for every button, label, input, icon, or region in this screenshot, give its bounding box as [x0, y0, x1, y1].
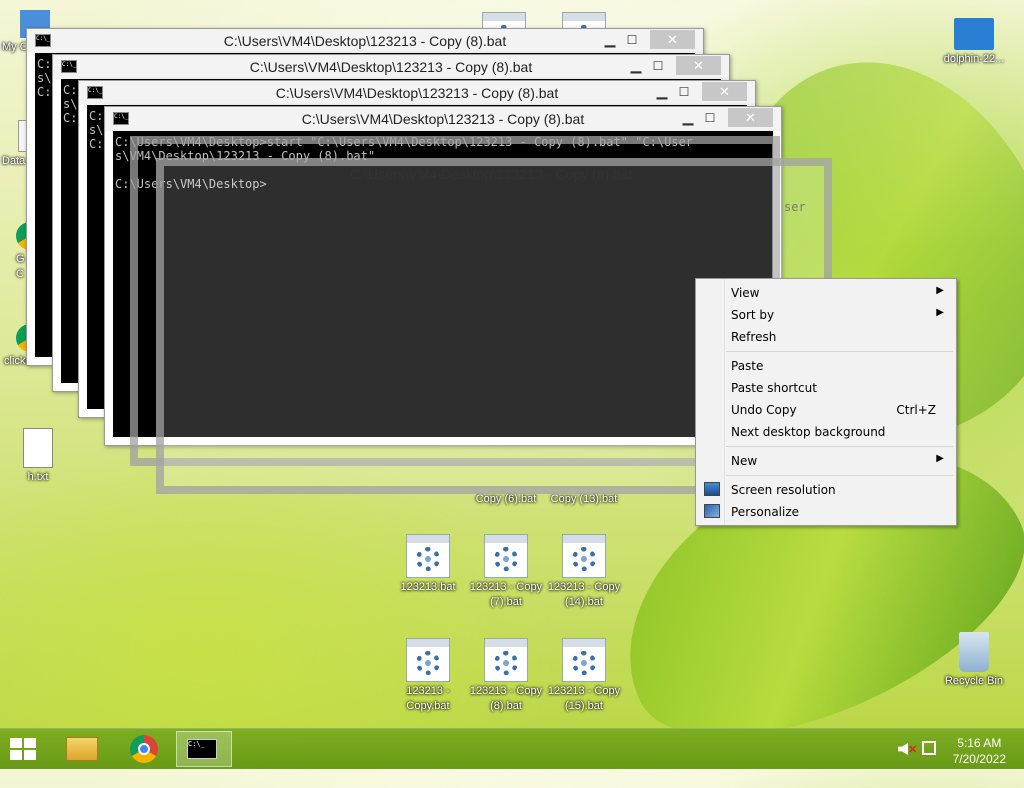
- desktop-icon-label: dolphin-22...: [943, 53, 1005, 65]
- menu-item-undo-copy[interactable]: Undo Copy Ctrl+Z: [698, 399, 954, 421]
- menu-item-next-desktop-background[interactable]: Next desktop background: [698, 421, 954, 443]
- desktop-icon-bat[interactable]: 123213 - Copy.bat: [390, 638, 466, 714]
- maximize-button[interactable]: ☐: [647, 57, 669, 75]
- close-button[interactable]: ✕: [676, 56, 721, 75]
- desktop-icon-bat[interactable]: 123213 - Copy (8).bat: [468, 638, 544, 714]
- network-icon[interactable]: [922, 741, 936, 755]
- batch-file-icon: [484, 534, 528, 578]
- menu-item-label: Paste shortcut: [731, 381, 817, 395]
- menu-item-label: Sort by: [731, 308, 775, 322]
- cmd-titlebar[interactable]: C:\_ C:\Users\VM4\Desktop\123213 - Copy …: [27, 29, 703, 53]
- menu-separator: [726, 351, 953, 352]
- minimize-button[interactable]: ▁: [625, 57, 647, 75]
- screen-resolution-icon: [704, 482, 720, 496]
- minimize-button[interactable]: ▁: [599, 31, 621, 49]
- close-button[interactable]: ✕: [728, 108, 773, 127]
- close-button[interactable]: ✕: [650, 30, 695, 49]
- minimize-button[interactable]: ▁: [651, 83, 673, 101]
- menu-separator: [726, 475, 953, 476]
- desktop-icon-label: 123213 - Copy (15).bat: [547, 685, 621, 712]
- text-file-icon: [23, 428, 53, 468]
- ghost-window-title: C:\Users\VM4\Desktop\123213 - Copy (8).b…: [350, 166, 633, 182]
- cmd-titlebar[interactable]: C:\_ C:\Users\VM4\Desktop\123213 - Copy …: [53, 55, 729, 79]
- desktop-icon-dolphin-folder[interactable]: dolphin-22...: [936, 10, 1012, 67]
- batch-file-icon: [562, 638, 606, 682]
- chrome-icon: [130, 735, 158, 763]
- menu-item-personalize[interactable]: Personalize: [698, 501, 954, 523]
- menu-item-refresh[interactable]: Refresh: [698, 326, 954, 348]
- windows-logo-icon: [10, 738, 22, 748]
- volume-muted-icon[interactable]: [898, 743, 908, 755]
- menu-item-label: Undo Copy: [731, 403, 797, 417]
- windows-logo-icon: [10, 750, 22, 760]
- batch-file-icon: [484, 638, 528, 682]
- menu-item-label: Personalize: [731, 505, 800, 519]
- taskbar-file-explorer[interactable]: [56, 731, 108, 767]
- minimize-button[interactable]: ▁: [677, 109, 699, 127]
- maximize-button[interactable]: ☐: [699, 109, 721, 127]
- menu-item-label: Refresh: [731, 330, 777, 344]
- submenu-arrow-icon: ▶: [936, 285, 944, 296]
- recycle-bin-icon: [959, 632, 989, 672]
- windows-logo-icon: [24, 750, 36, 760]
- menu-item-shortcut: Ctrl+Z: [896, 403, 936, 417]
- batch-file-icon: [406, 534, 450, 578]
- desktop-icon-label: 123213 - Copy (8).bat: [469, 685, 543, 712]
- desktop-icon-label: 123213.bat: [400, 581, 456, 593]
- maximize-button[interactable]: ☐: [673, 83, 695, 101]
- volume-mute-x-icon: ✕: [908, 744, 918, 756]
- menu-item-new[interactable]: New ▶: [698, 450, 954, 472]
- desktop-icon-bat[interactable]: 123213.bat: [390, 534, 466, 595]
- start-button[interactable]: [10, 738, 38, 762]
- file-explorer-icon: [66, 737, 98, 761]
- menu-item-paste[interactable]: Paste: [698, 355, 954, 377]
- menu-item-label: Screen resolution: [731, 483, 836, 497]
- personalize-icon: [704, 504, 720, 518]
- desktop-icon-label: 123213 - Copy.bat: [406, 685, 450, 712]
- submenu-arrow-icon: ▶: [936, 453, 944, 464]
- taskbar: C:\_ ✕ 5:16 AM 7/20/2022: [0, 728, 1024, 769]
- menu-item-sort-by[interactable]: Sort by ▶: [698, 304, 954, 326]
- desktop-icon-label-partial: Copy (6).bat: [475, 493, 537, 505]
- menu-item-label: New: [731, 454, 758, 468]
- command-prompt-icon: C:\_: [187, 739, 217, 759]
- menu-item-label: Paste: [731, 359, 764, 373]
- batch-file-icon: [562, 534, 606, 578]
- desktop-icon-bat[interactable]: 123213 - Copy (7).bat: [468, 534, 544, 610]
- menu-item-screen-resolution[interactable]: Screen resolution: [698, 479, 954, 501]
- desktop-icon-bat[interactable]: 123213 - Copy (14).bat: [546, 534, 622, 610]
- cmd-titlebar[interactable]: C:\_ C:\Users\VM4\Desktop\123213 - Copy …: [79, 81, 755, 105]
- windows-logo-icon: [24, 738, 36, 748]
- menu-separator: [726, 446, 953, 447]
- desktop-icon-label: Recycle Bin: [944, 675, 1004, 687]
- desktop-icon-label: h.txt: [27, 471, 49, 483]
- cmd-titlebar[interactable]: C:\_ C:\Users\VM4\Desktop\123213 - Copy …: [105, 107, 781, 131]
- desktop-context-menu: View ▶ Sort by ▶ Refresh Paste Paste sho…: [695, 278, 957, 526]
- clock-date: 7/20/2022: [952, 752, 1006, 766]
- taskbar-chrome[interactable]: [118, 731, 170, 767]
- maximize-button[interactable]: ☐: [621, 31, 643, 49]
- menu-item-label: Next desktop background: [731, 425, 886, 439]
- batch-file-icon: [406, 638, 450, 682]
- close-button[interactable]: ✕: [702, 82, 747, 101]
- taskbar-command-prompt[interactable]: C:\_: [176, 731, 232, 767]
- ghost-window-text: ser: [784, 200, 806, 214]
- submenu-arrow-icon: ▶: [936, 307, 944, 318]
- clock[interactable]: 5:16 AM 7/20/2022: [953, 735, 1006, 767]
- desktop-icon-label-partial: Copy (13).bat: [550, 493, 618, 505]
- desktop-icon-label: 123213 - Copy (7).bat: [469, 581, 543, 608]
- desktop-icon-recycle-bin[interactable]: Recycle Bin: [936, 632, 1012, 689]
- folder-icon: [954, 18, 994, 50]
- desktop-icon-h-txt[interactable]: h.txt: [0, 428, 76, 485]
- menu-item-view[interactable]: View ▶: [698, 282, 954, 304]
- menu-item-label: View: [731, 286, 760, 300]
- desktop-icon-bat[interactable]: 123213 - Copy (15).bat: [546, 638, 622, 714]
- clock-time: 5:16 AM: [957, 736, 1002, 750]
- menu-item-paste-shortcut[interactable]: Paste shortcut: [698, 377, 954, 399]
- desktop-icon-label: 123213 - Copy (14).bat: [547, 581, 621, 608]
